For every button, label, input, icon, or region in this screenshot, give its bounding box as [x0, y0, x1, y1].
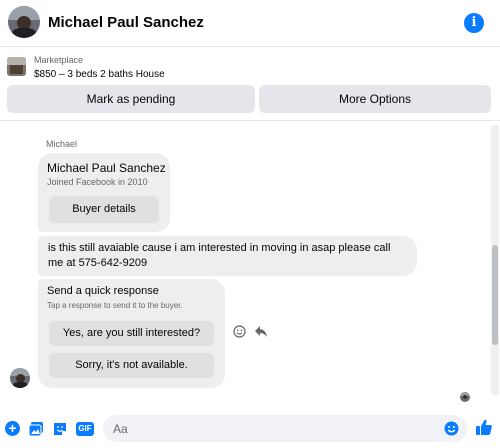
profile-card: Michael Paul Sanchez Joined Facebook in … [38, 153, 170, 232]
sender-name: Michael [46, 139, 78, 149]
plus-icon[interactable]: + [5, 421, 20, 436]
mark-as-pending-button[interactable]: Mark as pending [7, 85, 255, 113]
contact-avatar[interactable] [8, 6, 40, 38]
info-icon[interactable]: i [464, 13, 484, 33]
listing-thumbnail[interactable] [7, 57, 26, 76]
quick-response-title: Send a quick response [47, 285, 159, 297]
quick-response-card: Send a quick response Tap a response to … [38, 279, 225, 388]
more-options-button[interactable]: More Options [259, 85, 491, 113]
contact-name[interactable]: Michael Paul Sanchez [48, 14, 204, 31]
marketplace-label: Marketplace [34, 55, 84, 65]
sender-avatar[interactable] [10, 368, 30, 388]
emoji-icon[interactable] [444, 421, 459, 436]
gif-icon[interactable]: GIF [76, 422, 94, 436]
message-thread: ~~~~~~~~~~ Michael Michael Paul Sanchez … [0, 121, 500, 411]
message-bubble[interactable]: is this still avaiable cause i am intere… [38, 236, 417, 276]
thumbs-up-icon[interactable] [475, 418, 493, 436]
photo-icon[interactable] [28, 421, 44, 437]
profile-card-joined: Joined Facebook in 2010 [47, 177, 148, 187]
profile-card-name: Michael Paul Sanchez [47, 161, 166, 175]
seen-receipt-avatar [460, 392, 470, 402]
reply-arrow-icon[interactable] [254, 325, 268, 338]
quick-response-option[interactable]: Sorry, it's not available. [49, 353, 214, 378]
conversation-header: Michael Paul Sanchez i [0, 0, 500, 47]
message-input[interactable] [103, 415, 467, 442]
listing-title[interactable]: $850 – 3 beds 2 baths House [34, 69, 165, 80]
clipped-system-text: ~~~~~~~~~~ [230, 121, 300, 124]
marketplace-listing-bar: Marketplace $850 – 3 beds 2 baths House … [0, 48, 500, 121]
react-smiley-icon[interactable] [233, 325, 246, 338]
message-composer: + GIF [0, 411, 500, 448]
quick-response-option[interactable]: Yes, are you still interested? [49, 321, 214, 346]
thread-scrollbar[interactable] [491, 125, 499, 395]
buyer-details-button[interactable]: Buyer details [49, 196, 159, 223]
sticker-icon[interactable] [52, 421, 68, 437]
quick-response-subtitle: Tap a response to send it to the buyer. [47, 301, 183, 310]
